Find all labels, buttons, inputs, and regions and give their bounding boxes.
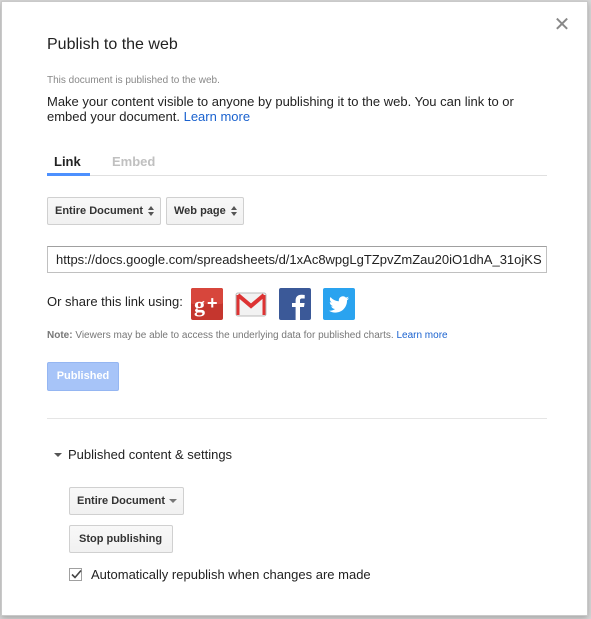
note-learn-more-link[interactable]: Learn more [396, 330, 447, 341]
scope-select[interactable]: Entire Document [47, 197, 161, 225]
facebook-icon[interactable] [279, 288, 311, 320]
twitter-icon[interactable] [323, 288, 355, 320]
publish-dialog: ✕ Publish to the web This document is pu… [1, 1, 588, 616]
checkmark-icon [71, 569, 82, 579]
published-scope-value: Entire Document [77, 495, 166, 507]
section-divider [47, 418, 547, 419]
note-text: Viewers may be able to access the underl… [72, 330, 397, 341]
google-plus-icon[interactable]: g + [191, 288, 223, 320]
auto-republish-checkbox[interactable] [69, 568, 82, 581]
close-icon[interactable]: ✕ [553, 15, 571, 35]
updown-arrow-icon [231, 206, 237, 216]
dialog-title: Publish to the web [47, 36, 178, 53]
learn-more-link[interactable]: Learn more [184, 109, 250, 124]
svg-text:+: + [207, 293, 218, 313]
note-label: Note: [47, 330, 73, 341]
auto-republish-label[interactable]: Automatically republish when changes are… [91, 567, 371, 582]
published-url-field[interactable]: https://docs.google.com/spreadsheets/d/1… [47, 246, 547, 273]
share-label: Or share this link using: [47, 294, 183, 309]
description-text: Make your content visible to anyone by p… [47, 94, 514, 124]
dialog-description: Make your content visible to anyone by p… [47, 94, 547, 124]
format-select[interactable]: Web page [166, 197, 244, 225]
published-scope-dropdown[interactable]: Entire Document [69, 487, 184, 515]
format-select-value: Web page [174, 205, 226, 217]
gmail-icon[interactable] [235, 288, 267, 320]
triangle-down-icon[interactable] [54, 453, 62, 457]
chevron-down-icon [169, 499, 177, 503]
tab-bar: Link Embed [47, 154, 547, 176]
publish-status: This document is published to the web. [47, 75, 220, 86]
settings-section-toggle[interactable]: Published content & settings [68, 447, 232, 462]
tab-link[interactable]: Link [47, 154, 90, 176]
stop-publishing-button[interactable]: Stop publishing [69, 525, 173, 553]
svg-text:g: g [194, 292, 205, 317]
published-charts-note: Note: Viewers may be able to access the … [47, 330, 448, 341]
published-button[interactable]: Published [47, 362, 119, 391]
scope-select-value: Entire Document [55, 205, 144, 217]
tab-embed[interactable]: Embed [112, 154, 155, 169]
updown-arrow-icon [148, 206, 154, 216]
